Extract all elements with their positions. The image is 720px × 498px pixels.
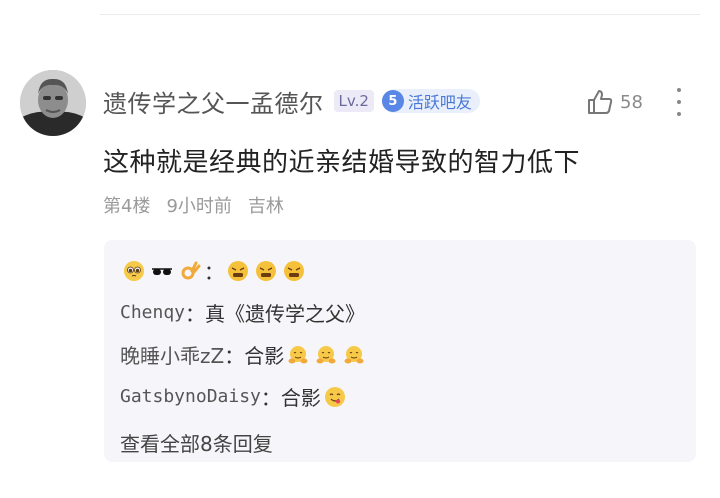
frustrated-face-icon xyxy=(284,260,304,281)
reply-item[interactable]: GatsbynoDaisy ：合影 xyxy=(120,382,349,411)
reply-item[interactable]: Chenqy ：真《遗传学之父》 xyxy=(120,298,365,327)
comment-body: 这种就是经典的近亲结婚导致的智力低下 xyxy=(103,148,581,178)
active-member-badge: 5 活跃吧友 xyxy=(381,89,480,113)
reply-section: ： Chenqy ：真《遗传学之父》 晚睡小乖zZ ：合影 GatsbynoDa… xyxy=(104,240,696,462)
reply-author[interactable]: Chenqy xyxy=(120,302,185,323)
like-button[interactable]: 58 xyxy=(586,88,643,116)
ok-hand-icon xyxy=(181,261,201,279)
location: 吉林 xyxy=(247,196,284,217)
comment-header: 遗传学之父一孟德尔 Lv.2 5 活跃吧友 xyxy=(103,84,480,118)
level-badge: Lv.2 xyxy=(333,90,374,112)
top-divider xyxy=(100,14,700,15)
username[interactable]: 遗传学之父一孟德尔 xyxy=(103,84,324,119)
reply-separator: ： xyxy=(204,260,224,284)
pleading-face-icon xyxy=(124,260,144,281)
sunglasses-icon xyxy=(152,267,172,275)
frustrated-face-icon xyxy=(228,260,248,281)
hug-face-icon xyxy=(344,345,364,363)
comment-meta: 第4楼 9小时前 吉林 xyxy=(103,192,284,218)
reply-author[interactable]: GatsbynoDaisy xyxy=(120,386,261,407)
floor-number: 第4楼 xyxy=(103,196,151,217)
more-vertical-icon[interactable] xyxy=(674,88,684,116)
thumbs-up-icon xyxy=(588,90,613,114)
reply-item[interactable]: ： xyxy=(120,256,308,285)
avatar[interactable] xyxy=(20,70,86,136)
yum-face-icon xyxy=(324,386,345,407)
like-count: 58 xyxy=(620,91,643,113)
active-level-number: 5 xyxy=(381,90,404,112)
frustrated-face-icon xyxy=(256,260,276,281)
reply-item[interactable]: 晚睡小乖zZ ：合影 xyxy=(120,340,368,369)
reply-text: ：真《遗传学之父》 xyxy=(185,302,366,326)
view-all-replies-link[interactable]: 查看全部8条回复 xyxy=(120,428,273,457)
active-member-label: 活跃吧友 xyxy=(407,93,472,112)
reply-author[interactable]: 晚睡小乖zZ xyxy=(120,340,224,369)
hug-face-icon xyxy=(288,345,308,363)
reply-text: ：合影 xyxy=(224,344,285,368)
hug-face-icon xyxy=(316,345,336,363)
post-time: 9小时前 xyxy=(166,196,232,217)
reply-text: ：合影 xyxy=(260,386,321,410)
